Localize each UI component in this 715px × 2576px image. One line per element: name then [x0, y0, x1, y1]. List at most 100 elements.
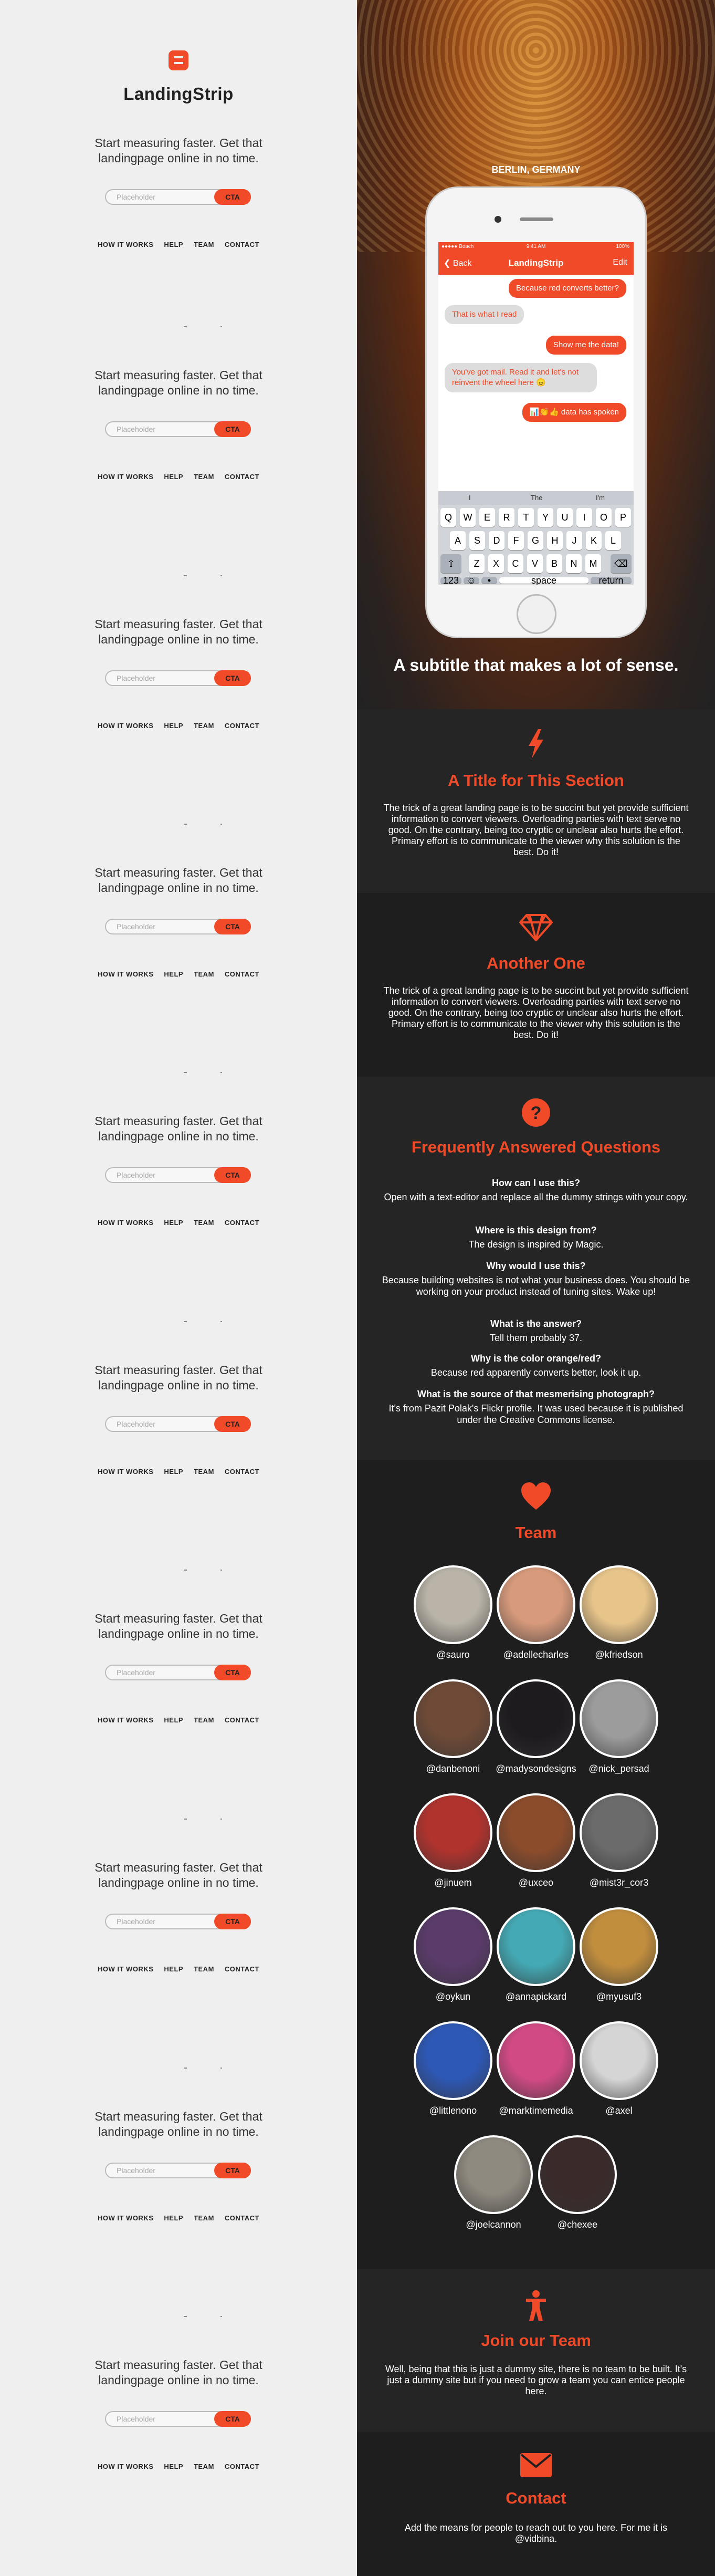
nav-link-team[interactable]: TEAM [194, 1965, 214, 1973]
member-handle[interactable]: @adellecharles [494, 1649, 578, 1660]
nav-link-help[interactable]: HELP [164, 473, 183, 481]
home-button[interactable] [517, 594, 556, 634]
nav-link-contact[interactable]: CONTACT [225, 1716, 259, 1724]
member-handle[interactable]: @mist3r_cor3 [577, 1877, 661, 1888]
nav-link-how-it-works[interactable]: HOW IT WORKS [98, 2463, 153, 2470]
member-handle[interactable]: @chexee [535, 2219, 619, 2230]
cta-button[interactable]: CTA [214, 1665, 251, 1680]
nav-link-how-it-works[interactable]: HOW IT WORKS [98, 1468, 153, 1476]
nav-link-contact[interactable]: CONTACT [225, 1965, 259, 1973]
nav-link-help[interactable]: HELP [164, 1965, 183, 1973]
key[interactable]: U [557, 508, 573, 527]
key[interactable]: X [488, 554, 504, 573]
key[interactable]: K [586, 531, 602, 550]
key[interactable]: E [479, 508, 495, 527]
email-input[interactable]: Placeholder [117, 922, 155, 931]
nav-link-help[interactable]: HELP [164, 1219, 183, 1227]
nav-link-team[interactable]: TEAM [194, 722, 214, 730]
nav-link-how-it-works[interactable]: HOW IT WORKS [98, 1219, 153, 1227]
nav-link-help[interactable]: HELP [164, 2214, 183, 2222]
suggestion[interactable]: The [531, 494, 542, 502]
edit-button[interactable]: Edit [613, 258, 627, 267]
nav-link-how-it-works[interactable]: HOW IT WORKS [98, 2214, 153, 2222]
member-handle[interactable]: @nick_persad [577, 1763, 661, 1774]
key[interactable]: Z [469, 554, 485, 573]
member-handle[interactable]: @axel [577, 2105, 661, 2116]
email-input[interactable]: Placeholder [117, 425, 155, 433]
nav-link-how-it-works[interactable]: HOW IT WORKS [98, 722, 153, 730]
member-handle[interactable]: @littlenono [411, 2105, 495, 2116]
email-input[interactable]: Placeholder [117, 1420, 155, 1428]
cta-button[interactable]: CTA [214, 1416, 251, 1432]
key[interactable]: M [585, 554, 601, 573]
nav-link-team[interactable]: TEAM [194, 970, 214, 978]
nav-link-help[interactable]: HELP [164, 2463, 183, 2470]
cta-button[interactable]: CTA [214, 421, 251, 437]
key[interactable]: F [508, 531, 524, 550]
cta-button[interactable]: CTA [214, 2163, 251, 2178]
email-input[interactable]: Placeholder [117, 1668, 155, 1677]
nav-link-contact[interactable]: CONTACT [225, 722, 259, 730]
email-input[interactable]: Placeholder [117, 1171, 155, 1179]
member-handle[interactable]: @annapickard [494, 1991, 578, 2002]
key[interactable]: ⌫ [611, 554, 632, 573]
nav-link-team[interactable]: TEAM [194, 1219, 214, 1227]
key[interactable]: ☺ [464, 576, 479, 585]
nav-link-contact[interactable]: CONTACT [225, 473, 259, 481]
member-handle[interactable]: @uxceo [494, 1877, 578, 1888]
key[interactable]: L [605, 531, 621, 550]
nav-link-team[interactable]: TEAM [194, 1468, 214, 1476]
key[interactable]: 123 [440, 576, 461, 585]
nav-link-contact[interactable]: CONTACT [225, 2214, 259, 2222]
key[interactable]: D [489, 531, 504, 550]
key[interactable]: O [596, 508, 612, 527]
email-input[interactable]: Placeholder [117, 2166, 155, 2175]
email-input[interactable]: Placeholder [117, 674, 155, 682]
key[interactable]: P [615, 508, 631, 527]
cta-button[interactable]: CTA [214, 670, 251, 686]
suggestion[interactable]: I [469, 494, 471, 502]
nav-link-how-it-works[interactable]: HOW IT WORKS [98, 473, 153, 481]
member-handle[interactable]: @jinuem [411, 1877, 495, 1888]
key[interactable]: G [528, 531, 543, 550]
key[interactable]: T [518, 508, 534, 527]
nav-link-help[interactable]: HELP [164, 241, 183, 248]
nav-link-contact[interactable]: CONTACT [225, 241, 259, 248]
nav-link-team[interactable]: TEAM [194, 1716, 214, 1724]
key[interactable]: space [499, 576, 588, 585]
nav-link-how-it-works[interactable]: HOW IT WORKS [98, 241, 153, 248]
email-input[interactable]: Placeholder [117, 1917, 155, 1926]
cta-button[interactable]: CTA [214, 1914, 251, 1929]
member-handle[interactable]: @danbenoni [411, 1763, 495, 1774]
cta-button[interactable]: CTA [214, 919, 251, 934]
member-handle[interactable]: @madysondesigns [494, 1763, 578, 1774]
key[interactable]: B [546, 554, 562, 573]
nav-link-team[interactable]: TEAM [194, 241, 214, 248]
key[interactable]: R [499, 508, 514, 527]
key[interactable]: S [469, 531, 485, 550]
nav-link-help[interactable]: HELP [164, 970, 183, 978]
key[interactable]: • [481, 576, 497, 585]
cta-button[interactable]: CTA [214, 1167, 251, 1183]
key[interactable]: C [508, 554, 523, 573]
nav-link-how-it-works[interactable]: HOW IT WORKS [98, 1716, 153, 1724]
email-input[interactable]: Placeholder [117, 2415, 155, 2423]
key[interactable]: ⇧ [440, 554, 461, 573]
nav-link-how-it-works[interactable]: HOW IT WORKS [98, 970, 153, 978]
nav-link-contact[interactable]: CONTACT [225, 2463, 259, 2470]
member-handle[interactable]: @myusuf3 [577, 1991, 661, 2002]
nav-link-help[interactable]: HELP [164, 722, 183, 730]
nav-link-team[interactable]: TEAM [194, 2463, 214, 2470]
cta-button[interactable]: CTA [214, 189, 251, 205]
member-handle[interactable]: @oykun [411, 1991, 495, 2002]
nav-link-help[interactable]: HELP [164, 1716, 183, 1724]
key[interactable]: J [566, 531, 582, 550]
nav-link-help[interactable]: HELP [164, 1468, 183, 1476]
nav-link-team[interactable]: TEAM [194, 473, 214, 481]
nav-link-how-it-works[interactable]: HOW IT WORKS [98, 1965, 153, 1973]
key[interactable]: W [460, 508, 476, 527]
key[interactable]: H [547, 531, 563, 550]
member-handle[interactable]: @joelcannon [451, 2219, 535, 2230]
nav-link-team[interactable]: TEAM [194, 2214, 214, 2222]
nav-link-contact[interactable]: CONTACT [225, 970, 259, 978]
